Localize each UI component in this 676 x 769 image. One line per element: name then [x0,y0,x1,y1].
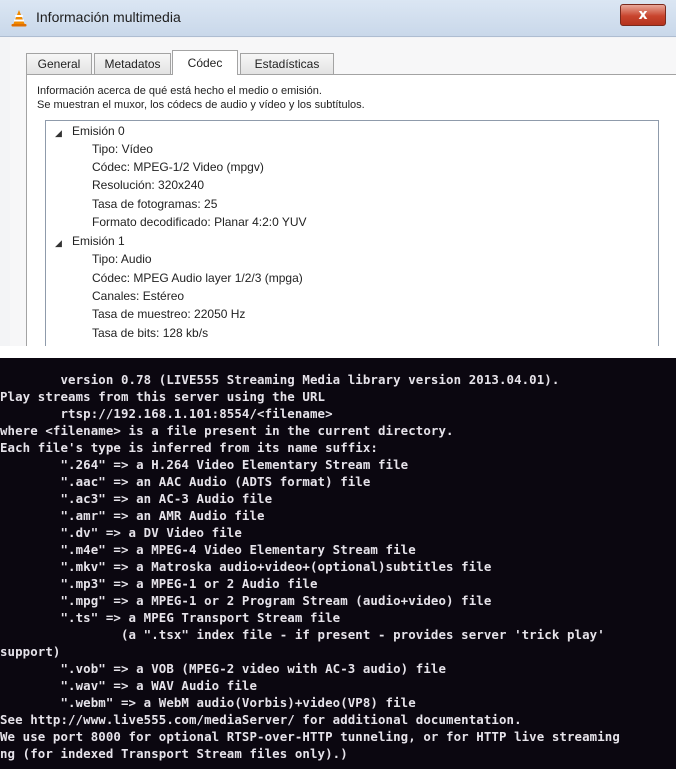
collapse-arrow-icon[interactable]: ◢ [55,238,62,249]
stream-1-node[interactable]: Emisión 1 [72,234,125,248]
terminal-line: rtsp://192.168.1.101:8554/<filename> [0,406,333,421]
terminal-line: ".ts" => a MPEG Transport Stream file [0,610,341,625]
tree-item[interactable]: Tasa de muestreo: 22050 Hz [92,307,245,321]
window-title: Información multimedia [36,9,181,25]
tree-item[interactable]: Tipo: Vídeo [92,142,153,156]
terminal-line: support) [0,644,61,659]
terminal-line: ".dv" => a DV Video file [0,525,242,540]
tree-item[interactable]: Tasa de bits: 128 kb/s [92,326,208,340]
vlc-cone-icon [11,10,27,27]
title-bar[interactable]: Información multimedia x [0,0,676,37]
tree-item[interactable]: Formato decodificado: Planar 4:2:0 YUV [92,215,307,229]
tree-item[interactable]: Códec: MPEG Audio layer 1/2/3 (mpga) [92,271,303,285]
terminal-line: ng (for indexed Transport Stream files o… [0,746,348,761]
tree-item[interactable]: Tasa de fotogramas: 25 [92,197,217,211]
terminal-line: We use port 8000 for optional RTSP-over-… [0,729,620,744]
terminal-line: ".vob" => a VOB (MPEG-2 video with AC-3 … [0,661,447,676]
terminal-line: ".264" => a H.264 Video Elementary Strea… [0,457,409,472]
codec-tree[interactable]: ◢ Emisión 0 Tipo: Vídeo Códec: MPEG-1/2 … [45,120,659,346]
tab-estadisticas[interactable]: Estadísticas [240,53,334,74]
terminal-line: ".webm" => a WebM audio(Vorbis)+video(VP… [0,695,416,710]
terminal-line: See http://www.live555.com/mediaServer/ … [0,712,522,727]
dialog-body: General Metadatos Códec Estadísticas Inf… [10,38,676,346]
media-info-window: Información multimedia x General Metadat… [0,0,676,346]
tree-item[interactable]: Tipo: Audio [92,252,152,266]
terminal-line: ".mpg" => a MPEG-1 or 2 Program Stream (… [0,593,492,608]
terminal-line: ".m4e" => a MPEG-4 Video Elementary Stre… [0,542,416,557]
terminal-line: Play streams from this server using the … [0,389,326,404]
collapse-arrow-icon[interactable]: ◢ [55,128,62,139]
terminal-output[interactable]: version 0.78 (LIVE555 Streaming Media li… [0,358,676,769]
terminal-line: ".mp3" => a MPEG-1 or 2 Audio file [0,576,318,591]
terminal-line: Each file's type is inferred from its na… [0,440,378,455]
terminal-line: where <filename> is a file present in th… [0,423,454,438]
codec-panel: Información acerca de qué está hecho el … [26,74,676,346]
close-icon: x [638,7,648,23]
tab-codec[interactable]: Códec [172,50,238,75]
tree-item[interactable]: Códec: MPEG-1/2 Video (mpgv) [92,160,264,174]
close-button[interactable]: x [620,4,666,26]
terminal-line: version 0.78 (LIVE555 Streaming Media li… [0,372,560,387]
stream-0-node[interactable]: Emisión 0 [72,124,125,138]
tree-item[interactable]: Resolución: 320x240 [92,178,204,192]
terminal-line: ".ac3" => an AC-3 Audio file [0,491,273,506]
tree-item[interactable]: Canales: Estéreo [92,289,184,303]
tab-general[interactable]: General [26,53,92,74]
terminal-line: ".aac" => an AAC Audio (ADTS format) fil… [0,474,371,489]
tab-metadatos[interactable]: Metadatos [94,53,171,74]
terminal-line: ".mkv" => a Matroska audio+video+(option… [0,559,492,574]
codec-description-line2: Se muestran el muxor, los códecs de audi… [37,99,365,111]
terminal-line: ".wav" => a WAV Audio file [0,678,258,693]
terminal-line: ".amr" => an AMR Audio file [0,508,265,523]
codec-description-line1: Información acerca de qué está hecho el … [37,85,322,97]
terminal-line: (a ".tsx" index file - if present - prov… [0,627,605,642]
